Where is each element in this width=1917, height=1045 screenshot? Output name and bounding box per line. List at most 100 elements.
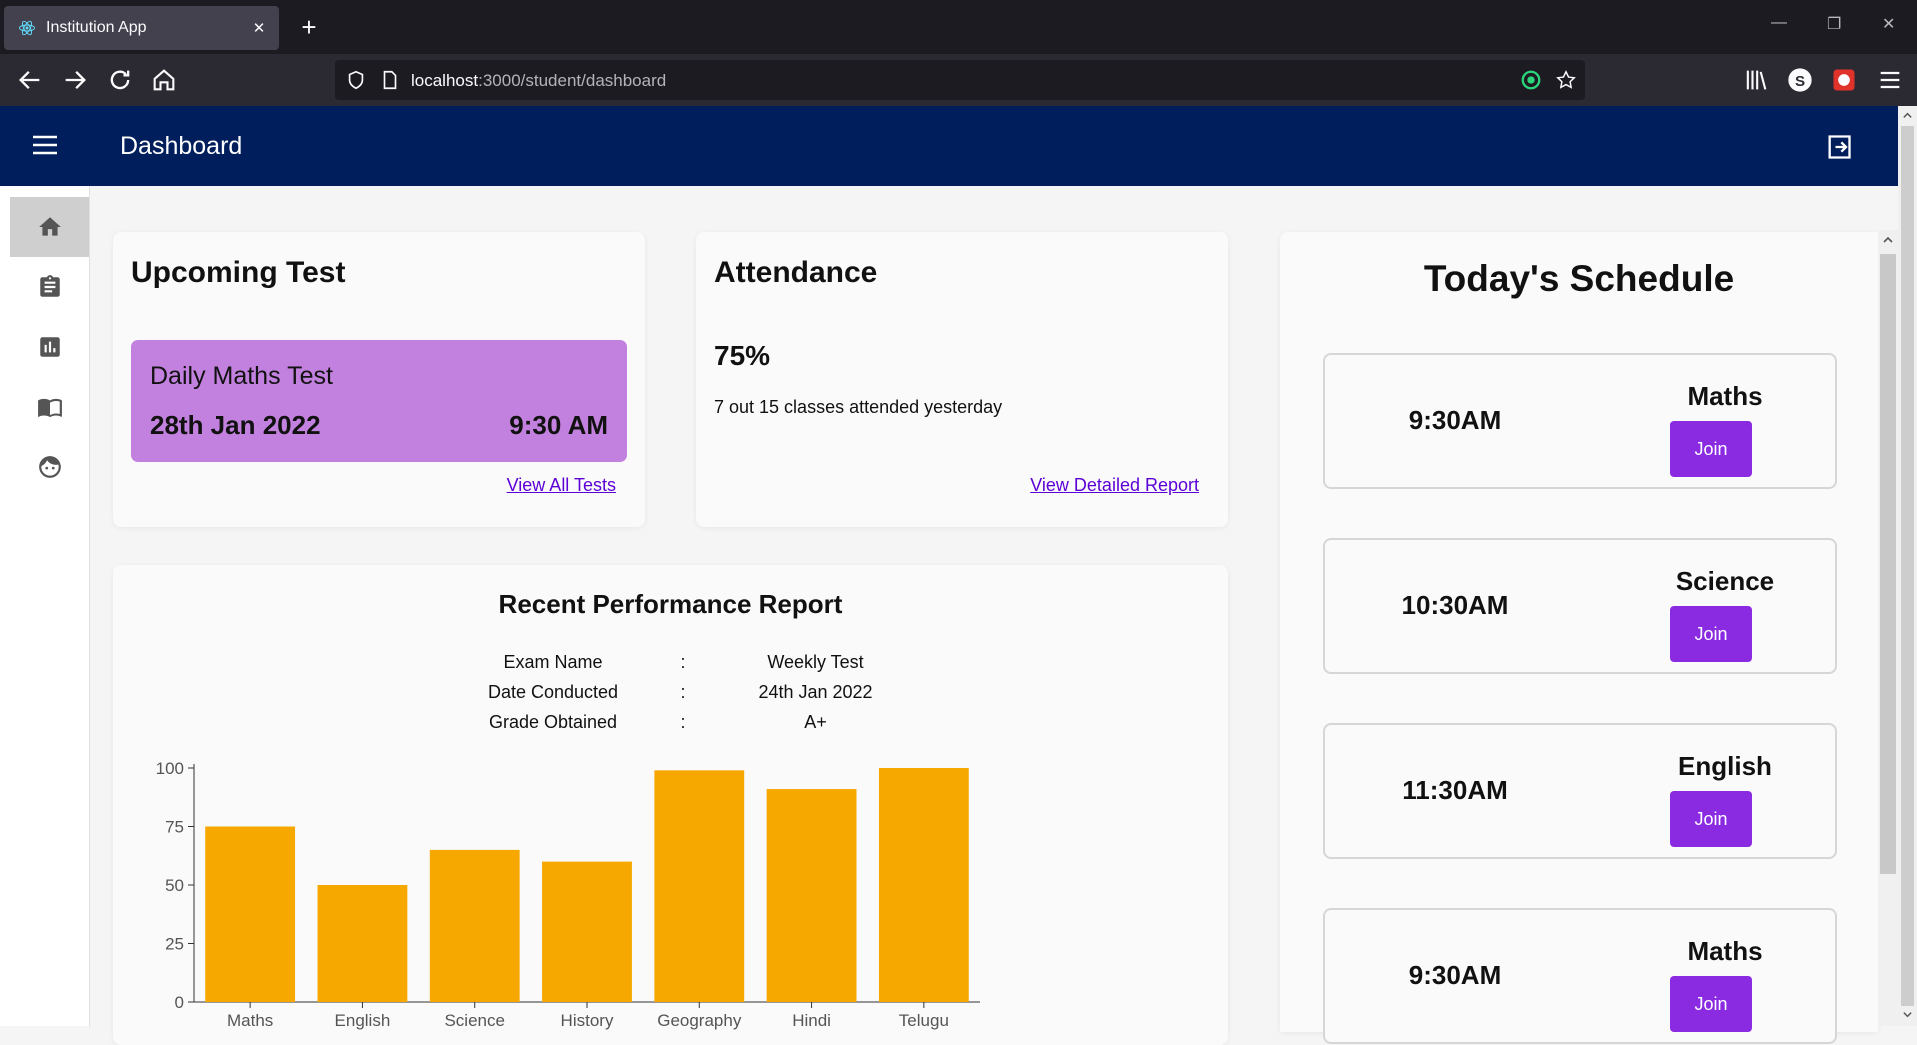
logout-icon[interactable] bbox=[1825, 133, 1853, 161]
schedule-slot: 9:30AM Maths Join bbox=[1323, 908, 1837, 1044]
bar-chart-icon bbox=[39, 337, 60, 357]
join-button[interactable]: Join bbox=[1670, 791, 1752, 847]
url-host: localhost bbox=[411, 71, 479, 90]
bookmark-star-icon[interactable] bbox=[1555, 69, 1577, 91]
slot-subject: English bbox=[1678, 751, 1772, 781]
restore-icon[interactable]: ❐ bbox=[1827, 14, 1841, 34]
sidebar-item-reports[interactable] bbox=[10, 317, 89, 377]
bar bbox=[542, 861, 632, 1002]
sidebar-item-home[interactable] bbox=[10, 197, 89, 257]
slot-subject: Maths bbox=[1687, 936, 1763, 966]
book-icon bbox=[37, 398, 62, 418]
y-tick-label: 25 bbox=[165, 935, 184, 954]
x-tick-label: History bbox=[561, 1011, 614, 1030]
x-tick-label: Geography bbox=[657, 1011, 742, 1030]
bar bbox=[878, 768, 969, 1002]
slot-time: 10:30AM bbox=[1401, 590, 1509, 620]
back-icon[interactable] bbox=[16, 66, 44, 94]
browser-menu-icon[interactable] bbox=[1876, 66, 1904, 94]
tab-close-icon[interactable]: ✕ bbox=[249, 19, 269, 37]
page-icon bbox=[383, 70, 397, 90]
view-all-tests-link[interactable]: View All Tests bbox=[507, 475, 616, 496]
schedule-slot: 11:30AM English Join bbox=[1323, 723, 1837, 859]
meta-value-exam-name: Weekly Test bbox=[767, 652, 864, 672]
library-icon[interactable] bbox=[1742, 66, 1770, 94]
meta-label-date-conducted: Date Conducted bbox=[487, 682, 619, 702]
bar bbox=[766, 789, 857, 1002]
skype-icon[interactable]: S bbox=[1786, 66, 1814, 94]
bar bbox=[317, 885, 408, 1002]
home-icon bbox=[38, 217, 61, 236]
schedule-scrollbar[interactable] bbox=[1878, 230, 1898, 1026]
x-tick-label: Maths bbox=[227, 1011, 273, 1030]
y-tick-label: 75 bbox=[165, 818, 184, 837]
scroll-up-icon[interactable] bbox=[1882, 234, 1894, 246]
y-tick-label: 0 bbox=[175, 993, 184, 1012]
x-tick-label: Hindi bbox=[792, 1011, 831, 1030]
join-button[interactable]: Join bbox=[1670, 976, 1752, 1032]
y-tick-label: 100 bbox=[156, 759, 184, 778]
meta-label-grade-obtained: Grade Obtained bbox=[488, 712, 618, 732]
test-time: 9:30 AM bbox=[509, 410, 608, 440]
sidebar-item-assignments[interactable] bbox=[10, 257, 89, 317]
meta-sep: : bbox=[680, 682, 686, 702]
bar bbox=[654, 770, 745, 1002]
face-icon bbox=[38, 456, 61, 478]
forward-icon[interactable] bbox=[61, 66, 89, 94]
join-button[interactable]: Join bbox=[1670, 606, 1752, 662]
home-icon[interactable] bbox=[150, 66, 178, 94]
bar bbox=[205, 826, 296, 1002]
extension-ring-icon[interactable] bbox=[1520, 69, 1542, 91]
slot-time: 9:30AM bbox=[1408, 405, 1502, 435]
browser-tab-bar: Institution App ✕ + — ❐ ✕ bbox=[0, 0, 1917, 54]
x-tick-label: English bbox=[335, 1011, 391, 1030]
hamburger-menu-icon[interactable] bbox=[32, 134, 58, 156]
tab-title: Institution App bbox=[46, 19, 147, 36]
scroll-down-icon[interactable] bbox=[1902, 1009, 1913, 1020]
minimize-icon[interactable]: — bbox=[1771, 14, 1787, 32]
scroll-up-icon[interactable] bbox=[1902, 110, 1913, 121]
url-text[interactable]: localhost:3000/student/dashboard bbox=[411, 71, 666, 91]
window-close-icon[interactable]: ✕ bbox=[1882, 14, 1895, 34]
sidebar-item-courses[interactable] bbox=[10, 377, 89, 437]
slot-time: 9:30AM bbox=[1408, 960, 1502, 990]
meta-value-date-conducted: 24th Jan 2022 bbox=[758, 682, 873, 702]
slot-time: 11:30AM bbox=[1402, 775, 1508, 805]
y-tick-label: 50 bbox=[165, 876, 184, 895]
schedule-heading: Today's Schedule bbox=[1423, 258, 1735, 299]
shield-icon[interactable] bbox=[345, 69, 367, 91]
performance-card: Recent Performance Report Exam Name : We… bbox=[113, 565, 1228, 1045]
browser-tab[interactable]: Institution App ✕ bbox=[4, 6, 279, 50]
react-icon bbox=[19, 20, 35, 36]
upcoming-test-card: Upcoming Test Daily Maths Test 28th Jan … bbox=[113, 232, 645, 527]
browser-nav-bar: localhost:3000/student/dashboard S bbox=[0, 54, 1917, 106]
attendance-description: 7 out 15 classes attended yesterday bbox=[714, 397, 1003, 417]
page-title: Dashboard bbox=[120, 132, 243, 160]
x-tick-label: Telugu bbox=[899, 1011, 949, 1030]
test-date: 28th Jan 2022 bbox=[150, 410, 321, 440]
slot-subject: Science bbox=[1675, 566, 1775, 596]
meta-value-grade-obtained: A+ bbox=[804, 712, 827, 732]
schedule-card: Today's Schedule 9:30AM Maths Join 10:30… bbox=[1280, 232, 1878, 1044]
svg-text:S: S bbox=[1795, 73, 1805, 90]
url-path: :3000/student/dashboard bbox=[478, 71, 667, 90]
bar bbox=[429, 849, 520, 1002]
slot-subject: Maths bbox=[1687, 381, 1763, 411]
page-scroll-thumb[interactable] bbox=[1901, 126, 1914, 1006]
reload-icon[interactable] bbox=[106, 66, 134, 94]
performance-heading: Recent Performance Report bbox=[498, 589, 843, 619]
join-button[interactable]: Join bbox=[1670, 421, 1752, 477]
view-detailed-report-link[interactable]: View Detailed Report bbox=[1030, 475, 1199, 496]
x-tick-label: Science bbox=[444, 1011, 504, 1030]
page-scrollbar[interactable] bbox=[1898, 106, 1917, 1026]
clipboard-icon bbox=[39, 275, 60, 297]
schedule-slot: 9:30AM Maths Join bbox=[1323, 353, 1837, 489]
performance-bar-chart: 0 25 50 75 100 Maths English Science History Geog… bbox=[156, 759, 980, 1030]
test-item[interactable]: Daily Maths Test 28th Jan 2022 9:30 AM bbox=[131, 340, 627, 462]
new-tab-button[interactable]: + bbox=[294, 12, 324, 42]
sidebar-item-profile[interactable] bbox=[10, 437, 89, 497]
schedule-scroll-thumb[interactable] bbox=[1880, 254, 1896, 874]
address-bar[interactable]: localhost:3000/student/dashboard bbox=[335, 60, 1585, 100]
attendance-percent: 75% bbox=[714, 340, 771, 371]
extension-red-icon[interactable] bbox=[1830, 66, 1858, 94]
